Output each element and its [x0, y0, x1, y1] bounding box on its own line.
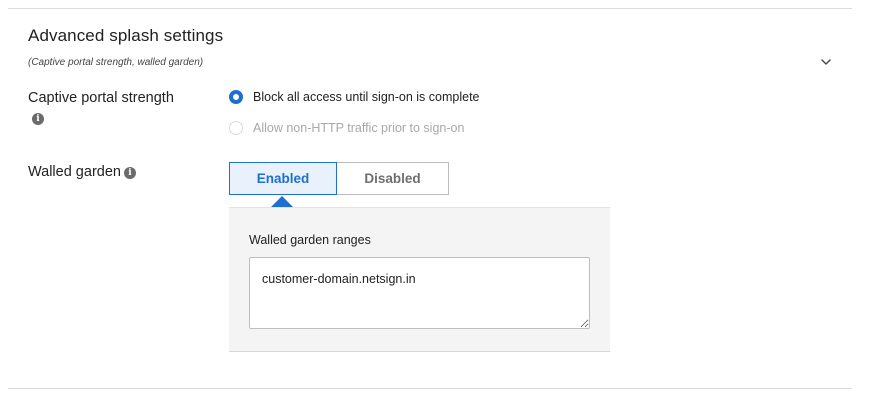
info-icon[interactable]: i [123, 167, 136, 179]
radio-option-allow-non-http: Allow non-HTTP traffic prior to sign-on [229, 121, 464, 135]
captive-portal-strength-label: Captive portal strength [28, 90, 174, 106]
radio-option-label: Allow non-HTTP traffic prior to sign-on [253, 121, 465, 135]
walled-garden-ranges-label: Walled garden ranges [249, 233, 371, 247]
bottom-divider [8, 388, 852, 389]
walled-garden-ranges-textarea[interactable]: customer-domain.netsign.in [249, 257, 590, 329]
walled-garden-toggle: Enabled Disabled [229, 162, 449, 195]
radio-option-block-all[interactable]: Block all access until sign-on is comple… [229, 90, 480, 104]
enabled-button[interactable]: Enabled [229, 162, 337, 195]
top-divider [8, 8, 852, 9]
disabled-button[interactable]: Disabled [337, 162, 449, 195]
walled-garden-label: Walled garden i [28, 164, 136, 180]
radio-option-label: Block all access until sign-on is comple… [253, 90, 480, 104]
section-subtitle: (Captive portal strength, walled garden) [28, 57, 204, 68]
walled-garden-label-text: Walled garden [28, 164, 121, 180]
radio-unselected-icon [229, 121, 243, 135]
info-icon[interactable]: i [32, 113, 44, 125]
radio-selected-icon[interactable] [229, 90, 243, 104]
walled-garden-panel: Walled garden ranges customer-domain.net… [229, 207, 610, 352]
chevron-down-icon[interactable] [819, 55, 833, 69]
selection-pointer-icon [271, 196, 293, 207]
section-title: Advanced splash settings [28, 26, 224, 45]
